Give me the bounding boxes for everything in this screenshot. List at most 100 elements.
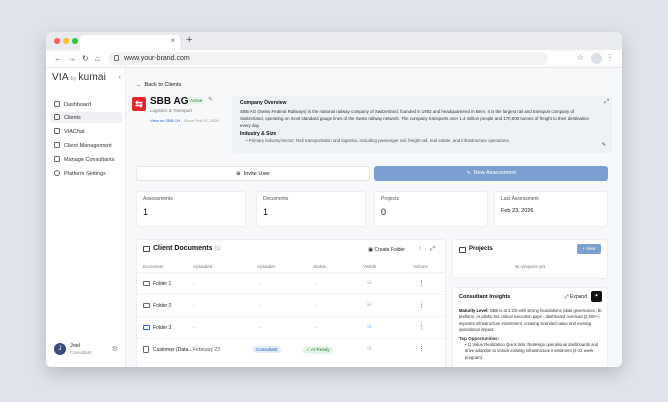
column-header-document[interactable]: Document bbox=[143, 264, 164, 269]
address-bar[interactable]: www.your-brand.com bbox=[108, 52, 548, 65]
home-icon[interactable]: ⌂ bbox=[95, 54, 100, 63]
uploaded-date: - bbox=[193, 303, 195, 309]
document-name: Customer (Data... bbox=[153, 347, 193, 353]
file-icon bbox=[143, 346, 149, 353]
table-row[interactable]: Customer (Data... February 23 Consultant… bbox=[137, 338, 445, 360]
new-assessment-button[interactable]: ∿ New Assessment bbox=[374, 166, 608, 181]
overview-text: SBB AG (Swiss Federal Railways) is the n… bbox=[240, 109, 589, 128]
more-actions-icon[interactable]: ⋮ bbox=[418, 301, 425, 309]
sidebar-item-platform-settings[interactable]: Platform Settings bbox=[50, 168, 122, 179]
edit-overview-icon[interactable]: ✎ bbox=[602, 142, 606, 148]
chat-icon bbox=[54, 128, 60, 134]
table-row[interactable]: Folder 3 - - - ⚇ ⋮ bbox=[137, 316, 445, 338]
browser-tab[interactable]: × bbox=[80, 35, 180, 50]
invite-user-button[interactable]: ⊕ Invite User bbox=[136, 166, 370, 181]
column-header-uploaded[interactable]: Uploaded bbox=[193, 264, 212, 269]
stat-card-assessments: Assessments 1 bbox=[136, 191, 246, 227]
stat-value: Feb 23, 2026 bbox=[501, 208, 534, 214]
sidebar-item-manage-consultants[interactable]: Manage Consultants bbox=[50, 154, 122, 165]
sparkle-icon[interactable]: ✦ bbox=[591, 291, 602, 302]
bookmark-star-icon[interactable]: ☆ bbox=[577, 53, 584, 62]
user-profile[interactable]: J Joel Consultant ⚙ bbox=[50, 341, 122, 359]
users-icon[interactable]: ⚇ bbox=[367, 280, 371, 286]
arrow-left-icon: ← bbox=[136, 82, 142, 88]
consultant-insights-panel: Consultant Insights ⤢ Expand ✦ Maturity … bbox=[452, 287, 608, 367]
users-icon[interactable]: ⚇ bbox=[367, 324, 371, 330]
user-plus-icon: ⊕ bbox=[236, 171, 241, 177]
users-icon[interactable]: ⚇ bbox=[367, 302, 371, 308]
new-tab-icon[interactable]: + bbox=[186, 34, 192, 46]
table-row[interactable]: Folder 2 - - - ⚇ ⋮ bbox=[137, 294, 445, 316]
sidebar-item-label: Dashboard bbox=[64, 102, 91, 108]
stat-label: Assessments bbox=[143, 196, 173, 202]
sidebar-item-label: Client Management bbox=[64, 143, 112, 149]
upload-icon[interactable]: ↑ bbox=[418, 246, 421, 252]
client-name: SBB AG bbox=[150, 96, 189, 107]
column-header-status[interactable]: Status bbox=[313, 264, 326, 269]
projects-empty-text: No projects yet bbox=[514, 264, 545, 269]
stat-card-projects: Projects 0 bbox=[374, 191, 488, 227]
more-actions-icon[interactable]: ⋮ bbox=[418, 323, 425, 331]
app-logo[interactable]: VIA by kumai bbox=[52, 72, 106, 83]
create-folder-label: Create Folder bbox=[374, 247, 405, 253]
folder-icon bbox=[143, 246, 150, 252]
more-actions-icon[interactable]: ⋮ bbox=[418, 345, 425, 353]
expand-icon: ⤢ bbox=[564, 294, 569, 300]
minimize-window-dot[interactable] bbox=[63, 38, 69, 44]
client-since: Since Feb 02, 2026 bbox=[184, 118, 219, 123]
uploader: - bbox=[259, 325, 261, 331]
column-header-visible[interactable]: Visible bbox=[363, 264, 376, 269]
logo-via: VIA bbox=[52, 72, 69, 83]
edit-icon[interactable]: ✎ bbox=[208, 96, 213, 103]
industry-bullet-text: Primary industry/sector: Rail transporta… bbox=[248, 138, 510, 143]
uploaded-date: - bbox=[193, 281, 195, 287]
table-row[interactable]: Folder 1 - - - ⚇ ⋮ bbox=[137, 272, 445, 294]
address-text: www.your-brand.com bbox=[124, 55, 190, 62]
reload-icon[interactable]: ↻ bbox=[82, 54, 89, 63]
create-folder-button[interactable]: ▣ Create Folder bbox=[368, 247, 405, 253]
uploader-badge: Consultant bbox=[253, 346, 281, 353]
new-assessment-label: New Assessment bbox=[473, 170, 516, 176]
industry-heading: Industry & Size bbox=[240, 131, 277, 137]
back-to-clients-link[interactable]: ← Back to Clients bbox=[136, 82, 181, 88]
client-website-link[interactable]: View on SBB.CH bbox=[150, 118, 180, 123]
column-header-actions[interactable]: Actions bbox=[413, 264, 428, 269]
close-window-dot[interactable] bbox=[54, 38, 60, 44]
sidebar-item-clients[interactable]: Clients bbox=[50, 112, 122, 123]
insights-expand-button[interactable]: ⤢ Expand bbox=[565, 294, 587, 300]
folder-plus-icon: ▣ bbox=[368, 247, 374, 253]
overview-heading: Company Overview bbox=[240, 100, 287, 106]
sidebar: VIA by kumai ‹ Dashboard Clients VIAChat C… bbox=[46, 68, 126, 367]
new-project-button[interactable]: + New bbox=[577, 244, 601, 254]
logo-by: by bbox=[70, 76, 77, 82]
uploaded-date: - bbox=[193, 325, 195, 331]
uploader: - bbox=[259, 281, 261, 287]
sidebar-item-label: Clients bbox=[64, 115, 81, 121]
expand-icon[interactable]: ⤢ bbox=[604, 99, 609, 106]
back-arrow-icon[interactable]: ← bbox=[54, 54, 62, 63]
sidebar-item-dashboard[interactable]: Dashboard bbox=[50, 99, 122, 110]
avatar: J bbox=[54, 343, 66, 355]
status-badge: Active bbox=[188, 97, 205, 104]
profile-avatar[interactable] bbox=[591, 53, 602, 64]
maximize-window-dot[interactable] bbox=[72, 38, 78, 44]
opportunity-text: 1) Value Realization Quick Win: Redesign… bbox=[465, 342, 599, 360]
insights-body: Maturity Level: SBB is at 3.2/5 with str… bbox=[459, 308, 605, 361]
sidebar-item-client-management[interactable]: Client Management bbox=[50, 140, 122, 151]
more-actions-icon[interactable]: ⋮ bbox=[418, 279, 425, 287]
browser-tab-bar: × + bbox=[46, 32, 622, 50]
maturity-paragraph: Maturity Level: SBB is at 3.2/5 with str… bbox=[459, 308, 605, 334]
column-header-uploader[interactable]: Uploader bbox=[257, 264, 275, 269]
forward-arrow-icon[interactable]: → bbox=[68, 54, 76, 63]
maturity-label: Maturity Level: bbox=[459, 308, 489, 313]
collapse-sidebar-icon[interactable]: ‹ bbox=[119, 74, 121, 81]
sidebar-item-label: Platform Settings bbox=[64, 171, 106, 177]
sidebar-item-viachat[interactable]: VIAChat bbox=[50, 126, 122, 137]
browser-toolbar: ← → ↻ ⌂ www.your-brand.com ☆ ⋮ bbox=[46, 50, 622, 68]
users-icon[interactable]: ⚇ bbox=[367, 346, 371, 352]
browser-menu-icon[interactable]: ⋮ bbox=[606, 53, 614, 62]
folder-icon bbox=[459, 247, 466, 253]
tab-close-icon[interactable]: × bbox=[170, 36, 175, 45]
settings-icon[interactable]: ⚙ bbox=[112, 345, 118, 353]
expand-icon[interactable]: ⤢ bbox=[430, 246, 435, 253]
